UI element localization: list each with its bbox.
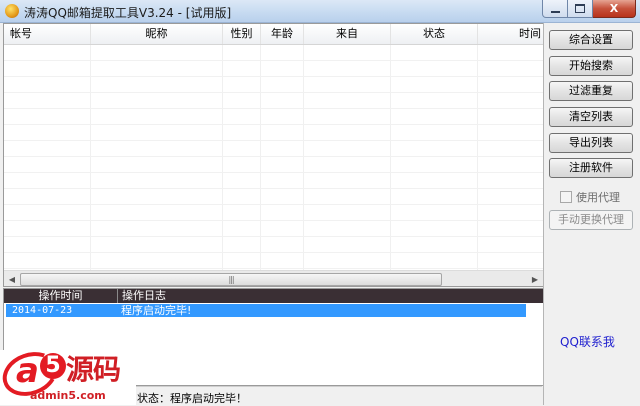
minimize-icon xyxy=(550,10,560,13)
column-header-op-time[interactable]: 操作时间 xyxy=(4,289,118,303)
logo-5-icon: 5 xyxy=(40,353,66,379)
grip-icon: ||| xyxy=(228,274,234,284)
use-proxy-checkbox[interactable]: 使用代理 xyxy=(560,189,620,205)
logo-a-icon: a xyxy=(16,351,39,391)
scroll-left-icon[interactable]: ◀ xyxy=(4,271,20,286)
clear-list-button[interactable]: 清空列表 xyxy=(549,107,633,127)
column-header-op-log[interactable]: 操作日志 xyxy=(118,289,166,303)
minimize-button[interactable] xyxy=(542,0,568,18)
list-body[interactable] xyxy=(4,45,543,270)
column-header-from[interactable]: 来自 xyxy=(304,24,391,44)
close-button[interactable]: X xyxy=(593,0,636,18)
use-proxy-label: 使用代理 xyxy=(576,191,620,204)
log-row[interactable]: 2014-07-23 21:47:10 程序启动完毕! xyxy=(6,304,526,329)
logo-brand-text: 源码 xyxy=(66,353,121,386)
log-message: 程序启动完毕! xyxy=(121,304,192,317)
register-button[interactable]: 注册软件 xyxy=(549,158,633,178)
column-header-nickname[interactable]: 昵称 xyxy=(91,24,223,44)
status-text: 状态：程序启动完毕！ xyxy=(137,392,247,405)
filter-duplicates-button[interactable]: 过滤重复 xyxy=(549,81,633,101)
maximize-button[interactable] xyxy=(568,0,593,18)
column-header-time[interactable]: 时间 xyxy=(478,24,543,44)
maximize-icon xyxy=(575,4,585,13)
log-time: 2014-07-23 21:47:10 xyxy=(12,305,73,329)
checkbox-icon[interactable] xyxy=(560,191,572,203)
start-search-button[interactable]: 开始搜索 xyxy=(549,56,633,76)
window-controls: X xyxy=(542,0,636,18)
results-list[interactable]: 帐号 昵称 性别 年龄 来自 状态 时间 ◀ ||| ▶ xyxy=(3,23,544,287)
column-header-status[interactable]: 状态 xyxy=(391,24,478,44)
right-panel: 综合设置 开始搜索 过滤重复 清空列表 导出列表 注册软件 使用代理 手动更换代… xyxy=(543,23,640,405)
close-icon: X xyxy=(609,2,619,15)
list-header: 帐号 昵称 性别 年龄 来自 状态 时间 xyxy=(4,24,543,45)
logo-url: admin5.com xyxy=(30,389,106,402)
settings-button[interactable]: 综合设置 xyxy=(549,30,633,50)
title-bar[interactable]: 涛涛QQ邮箱提取工具V3.24 - [试用版] X xyxy=(0,0,640,23)
manual-proxy-button[interactable]: 手动更换代理 xyxy=(549,210,633,230)
column-header-gender[interactable]: 性别 xyxy=(223,24,261,44)
export-list-button[interactable]: 导出列表 xyxy=(549,133,633,153)
watermark-logo: a 5 源码 admin5.com xyxy=(0,344,136,405)
horizontal-scrollbar[interactable]: ◀ ||| ▶ xyxy=(4,270,543,286)
column-header-account[interactable]: 帐号 xyxy=(4,24,91,44)
app-icon xyxy=(5,4,19,18)
log-header: 操作时间 操作日志 xyxy=(4,289,543,303)
column-header-age[interactable]: 年龄 xyxy=(261,24,304,44)
contact-link[interactable]: QQ联系我 xyxy=(560,333,615,350)
scrollbar-thumb[interactable]: ||| xyxy=(20,273,442,286)
window-title: 涛涛QQ邮箱提取工具V3.24 - [试用版] xyxy=(24,6,232,20)
scroll-right-icon[interactable]: ▶ xyxy=(527,271,543,286)
